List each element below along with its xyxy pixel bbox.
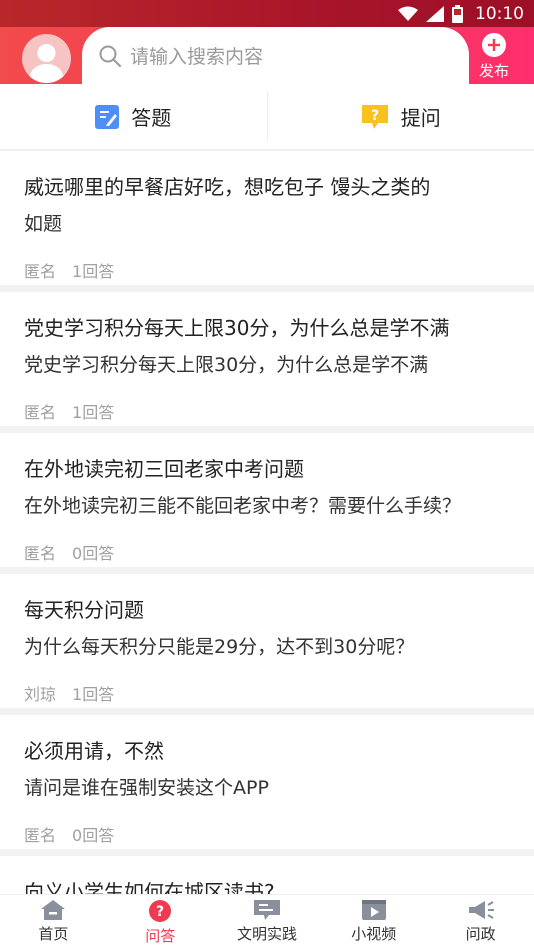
edit-icon: [95, 104, 120, 129]
status-bar: 10:10: [0, 0, 534, 27]
practice-icon: [253, 900, 280, 920]
question-title: 威远哪里的早餐店好吃，想吃包子 馒头之类的: [24, 175, 431, 199]
search-input[interactable]: 请输入搜索内容: [82, 27, 469, 84]
question-answer-count: 1回答: [72, 685, 115, 704]
question-author: 匿名: [24, 262, 57, 281]
question-bubble-icon: ?: [361, 104, 388, 129]
question-meta: 匿名 0回答: [24, 822, 510, 846]
question-meta: 匿名 1回答: [24, 399, 510, 423]
plus-circle-icon: [482, 33, 506, 57]
question-meta: 匿名 1回答: [24, 258, 510, 282]
question-card[interactable]: 每天积分问题 为什么每天积分只能是29分，达不到30分呢？ 刘琼 1回答: [0, 574, 534, 708]
nav-home[interactable]: 首页: [0, 895, 107, 950]
question-desc: 请问是谁在强制安装这个APP: [24, 777, 269, 799]
question-card[interactable]: 威远哪里的早餐店好吃，想吃包子 馒头之类的 如题 匿名 1回答: [0, 151, 534, 285]
question-desc: 在外地读完初三能不能回老家中考？需要什么手续？: [24, 495, 462, 517]
question-title: 必须用请，不然: [24, 739, 164, 763]
status-time: 10:10: [475, 3, 524, 24]
user-avatar-icon: [28, 44, 65, 83]
megaphone-icon: [468, 901, 494, 919]
nav-politics-label: 问政: [465, 925, 496, 943]
tab-ask-label: 提问: [400, 106, 441, 130]
question-desc: 党史学习积分每天上限30分，为什么总是学不满: [24, 354, 429, 376]
svg-text:?: ?: [156, 904, 164, 920]
bottom-nav: 首页 ? 问答 文明实践 小视频 问政: [0, 894, 534, 950]
nav-video-label: 小视频: [351, 925, 397, 943]
home-icon: [41, 900, 66, 920]
question-title: 在外地读完初三回老家中考问题: [24, 457, 304, 481]
search-icon: [99, 45, 121, 67]
question-card[interactable]: 必须用请，不然 请问是谁在强制安装这个APP 匿名 0回答: [0, 715, 534, 849]
battery-icon: [452, 4, 463, 23]
nav-home-label: 首页: [38, 925, 69, 943]
nav-qa[interactable]: ? 问答: [107, 895, 214, 950]
nav-qa-label: 问答: [145, 927, 176, 945]
question-meta: 匿名 0回答: [24, 540, 510, 564]
question-desc: 如题: [24, 213, 63, 235]
signal-icon: [426, 5, 444, 22]
nav-video[interactable]: 小视频: [320, 895, 427, 950]
question-feed: 威远哪里的早餐店好吃，想吃包子 馒头之类的 如题 匿名 1回答 党史学习积分每天…: [0, 151, 534, 950]
tab-ask[interactable]: ? 提问: [268, 84, 534, 149]
question-author: 匿名: [24, 544, 57, 563]
question-title: 党史学习积分每天上限30分，为什么总是学不满: [24, 316, 450, 340]
qa-tabs: 答题 ? 提问: [0, 84, 534, 150]
nav-practice[interactable]: 文明实践: [214, 895, 321, 950]
publish-label: 发布: [478, 62, 509, 80]
search-placeholder: 请输入搜索内容: [130, 46, 264, 68]
question-answer-count: 1回答: [72, 403, 115, 422]
svg-text:?: ?: [371, 108, 379, 124]
question-author: 匿名: [24, 403, 57, 422]
question-desc: 为什么每天积分只能是29分，达不到30分呢？: [24, 636, 415, 658]
tab-answer[interactable]: 答题: [0, 84, 267, 149]
wifi-icon: [398, 6, 418, 21]
tab-answer-label: 答题: [131, 106, 172, 130]
nav-practice-label: 文明实践: [236, 925, 297, 943]
question-title: 每天积分问题: [24, 598, 144, 622]
avatar[interactable]: [22, 34, 71, 83]
question-answer-count: 0回答: [72, 544, 115, 563]
question-author: 匿名: [24, 826, 57, 845]
question-answer-count: 1回答: [72, 262, 115, 281]
question-card[interactable]: 在外地读完初三回老家中考问题 在外地读完初三能不能回老家中考？需要什么手续？ 匿…: [0, 433, 534, 567]
question-author: 刘琼: [24, 685, 57, 704]
top-header: 请输入搜索内容 发布: [0, 27, 534, 84]
video-icon: [361, 900, 386, 920]
question-meta: 刘琼 1回答: [24, 681, 510, 705]
publish-button[interactable]: 发布: [474, 32, 514, 82]
question-answer-count: 0回答: [72, 826, 115, 845]
nav-politics[interactable]: 问政: [427, 895, 534, 950]
qa-icon: ?: [149, 900, 172, 922]
question-card[interactable]: 党史学习积分每天上限30分，为什么总是学不满 党史学习积分每天上限30分，为什么…: [0, 292, 534, 426]
